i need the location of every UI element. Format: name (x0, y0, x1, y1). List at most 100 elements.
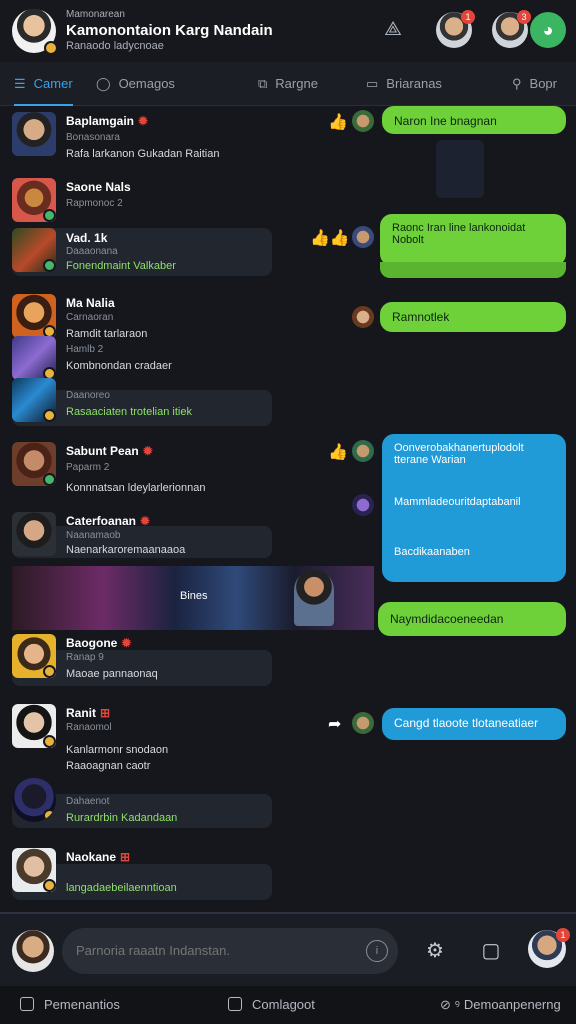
avatar (12, 294, 56, 338)
message-preview: Raaoagnan caotr (66, 760, 151, 772)
thumbs-up-icon[interactable]: 👍👍 (310, 228, 350, 248)
profile-avatar[interactable] (12, 9, 58, 55)
chat-feed[interactable]: Baplamgain ✹ Bonasonara Rafa larkanon Guk… (0, 106, 576, 912)
contact-meta: Carnaoran (66, 312, 114, 323)
contact-avatar-1[interactable]: 1 (436, 10, 475, 48)
attachment-preview[interactable] (436, 140, 484, 198)
avatar (12, 848, 56, 892)
tab-bopr[interactable]: ⚲ Bopr (512, 62, 557, 106)
message-preview: Ramdit tarlaraon (66, 328, 148, 340)
notification-badge: 1 (461, 10, 475, 24)
avatar (12, 112, 56, 156)
reaction-avatar (352, 306, 374, 328)
message-preview: Naenarkaroremaanaaoa (66, 544, 186, 556)
settings-icon[interactable]: ⚙ (422, 938, 448, 964)
status-dot (43, 735, 56, 748)
tab-camer[interactable]: ☰ Camer (14, 62, 73, 106)
page-title: Kamonontaion Karg Nandain (66, 22, 273, 39)
status-dot (43, 809, 56, 822)
message-bubble[interactable]: Naron Ine bnagnan (382, 106, 566, 134)
search-icon: ⚲ (512, 76, 522, 91)
chat-icon (228, 997, 242, 1011)
chat-icon: ◯ (96, 76, 111, 91)
message-preview: Konnnatsan ldeylarlerionnan (66, 482, 206, 494)
nav-item[interactable]: ⊘ ꝰ Demoanpenerng (440, 986, 561, 1024)
thumbs-up-icon[interactable]: 👍 (328, 112, 348, 132)
message-bubble[interactable]: Raonc Iran line lankonoidat Nobolt (380, 214, 566, 266)
message-preview: Kombnondan cradaer (66, 360, 172, 372)
avatar (12, 778, 56, 822)
list-icon: ☰ (14, 76, 26, 91)
notification-badge: 3 (517, 10, 531, 24)
tab-briaranas[interactable]: ▭ Briaranas (366, 62, 442, 106)
contact-avatar[interactable]: 1 (528, 928, 570, 968)
emoji-icon: ⊞ (120, 850, 131, 864)
message-bubble[interactable]: Oonverobakhanertuplodolt tterane Warian … (382, 434, 566, 582)
avatar (12, 378, 56, 422)
avatar (12, 634, 56, 678)
message-text: Mammladeouritdaptabanil (394, 496, 521, 508)
bottom-nav: Pemenantios Comlagoot ⊘ ꝰ Demoanpenerng (0, 986, 576, 1024)
recycle-icon[interactable]: ⟁ (380, 16, 406, 42)
message-preview: Maoae pannaonaq (66, 668, 158, 680)
contact-name: Baplamgain (66, 114, 135, 128)
message-preview: Rasaaciaten trotelian itiek (66, 406, 192, 418)
message-bubble[interactable]: Cangd tlaoote tlotaneatiaer (382, 708, 566, 740)
status-dot (44, 41, 58, 55)
reaction-avatar (352, 226, 374, 248)
emoji-icon: ✹ (138, 114, 149, 128)
contact-meta: Bonasonara (66, 132, 120, 143)
message-preview: Kanlarmonr snodaon (66, 744, 169, 756)
media-strip[interactable]: Bines (12, 566, 374, 630)
message-text: Oonverobakhanertuplodolt tterane Warian (394, 442, 524, 466)
emoji-icon: ✹ (142, 444, 153, 458)
nav-item[interactable]: Comlagoot (228, 986, 315, 1024)
status-dot (43, 665, 56, 678)
contact-name: Ma Nalia (66, 296, 115, 310)
contact-name: Ranit (66, 706, 96, 720)
status-dot (43, 409, 56, 422)
contact-name: Caterfoanan (66, 514, 137, 528)
tab-oemagos[interactable]: ◯ Oemagos (96, 62, 175, 106)
status-dot (43, 259, 56, 272)
emoji-icon: ✹ (140, 514, 151, 528)
status-dot (43, 879, 56, 892)
message-input[interactable] (62, 928, 398, 974)
square-icon (20, 997, 34, 1011)
thumbs-up-icon[interactable]: 👍 (328, 442, 348, 462)
status-dot (43, 209, 56, 222)
nav-item[interactable]: Pemenantios (20, 986, 120, 1024)
emoji-icon: ⊞ (100, 706, 111, 720)
contact-meta: Daaaonana (66, 246, 118, 257)
chat-bubble-icon[interactable]: ◕ (530, 12, 566, 48)
avatar (12, 442, 56, 486)
page-subtitle: Ranaodo ladycnoae (66, 40, 164, 52)
notification-badge: 1 (556, 928, 570, 942)
tab-bar: ☰ Camer ◯ Oemagos ⧉ Rargne ▭ Briaranas ⚲ Bopr (0, 62, 576, 106)
message-preview: Rafa larkanon Gukadan Raitian (66, 148, 220, 160)
comment-icon[interactable]: ▢ (478, 938, 504, 964)
share-icon[interactable]: ➦ (328, 714, 341, 734)
contact-meta: Daanoreo (66, 390, 110, 401)
media-caption: Bines (180, 590, 208, 602)
message-preview: Fonendmaint Valkaber (66, 260, 176, 272)
message-bubble-footer (380, 262, 566, 278)
link-icon: ⊘ (440, 997, 451, 1012)
composer-bar: i ⚙ ▢ 1 (0, 912, 576, 986)
status-dot (43, 473, 56, 486)
contact-avatar-2[interactable]: 3 (492, 10, 531, 48)
contact-meta: Dahaenot (66, 796, 110, 807)
header-meta: Mamonarean (66, 9, 125, 20)
message-preview: langadaebeilaenntioan (66, 882, 177, 894)
tab-rargne[interactable]: ⧉ Rargne (258, 62, 318, 106)
my-avatar[interactable] (12, 930, 54, 972)
reaction-avatar (352, 712, 374, 734)
message-bubble[interactable]: Naymdidacoeneedan (378, 602, 566, 636)
contact-meta: Naanamaob (66, 530, 121, 541)
message-bubble[interactable]: Ramnotlek (380, 302, 566, 332)
info-icon[interactable]: i (366, 940, 388, 962)
contact-name: Naokane (66, 850, 117, 864)
avatar (12, 178, 56, 222)
app-header: Mamonarean Kamonontaion Karg Nandain Ran… (0, 0, 576, 62)
reaction-avatar (352, 494, 374, 516)
